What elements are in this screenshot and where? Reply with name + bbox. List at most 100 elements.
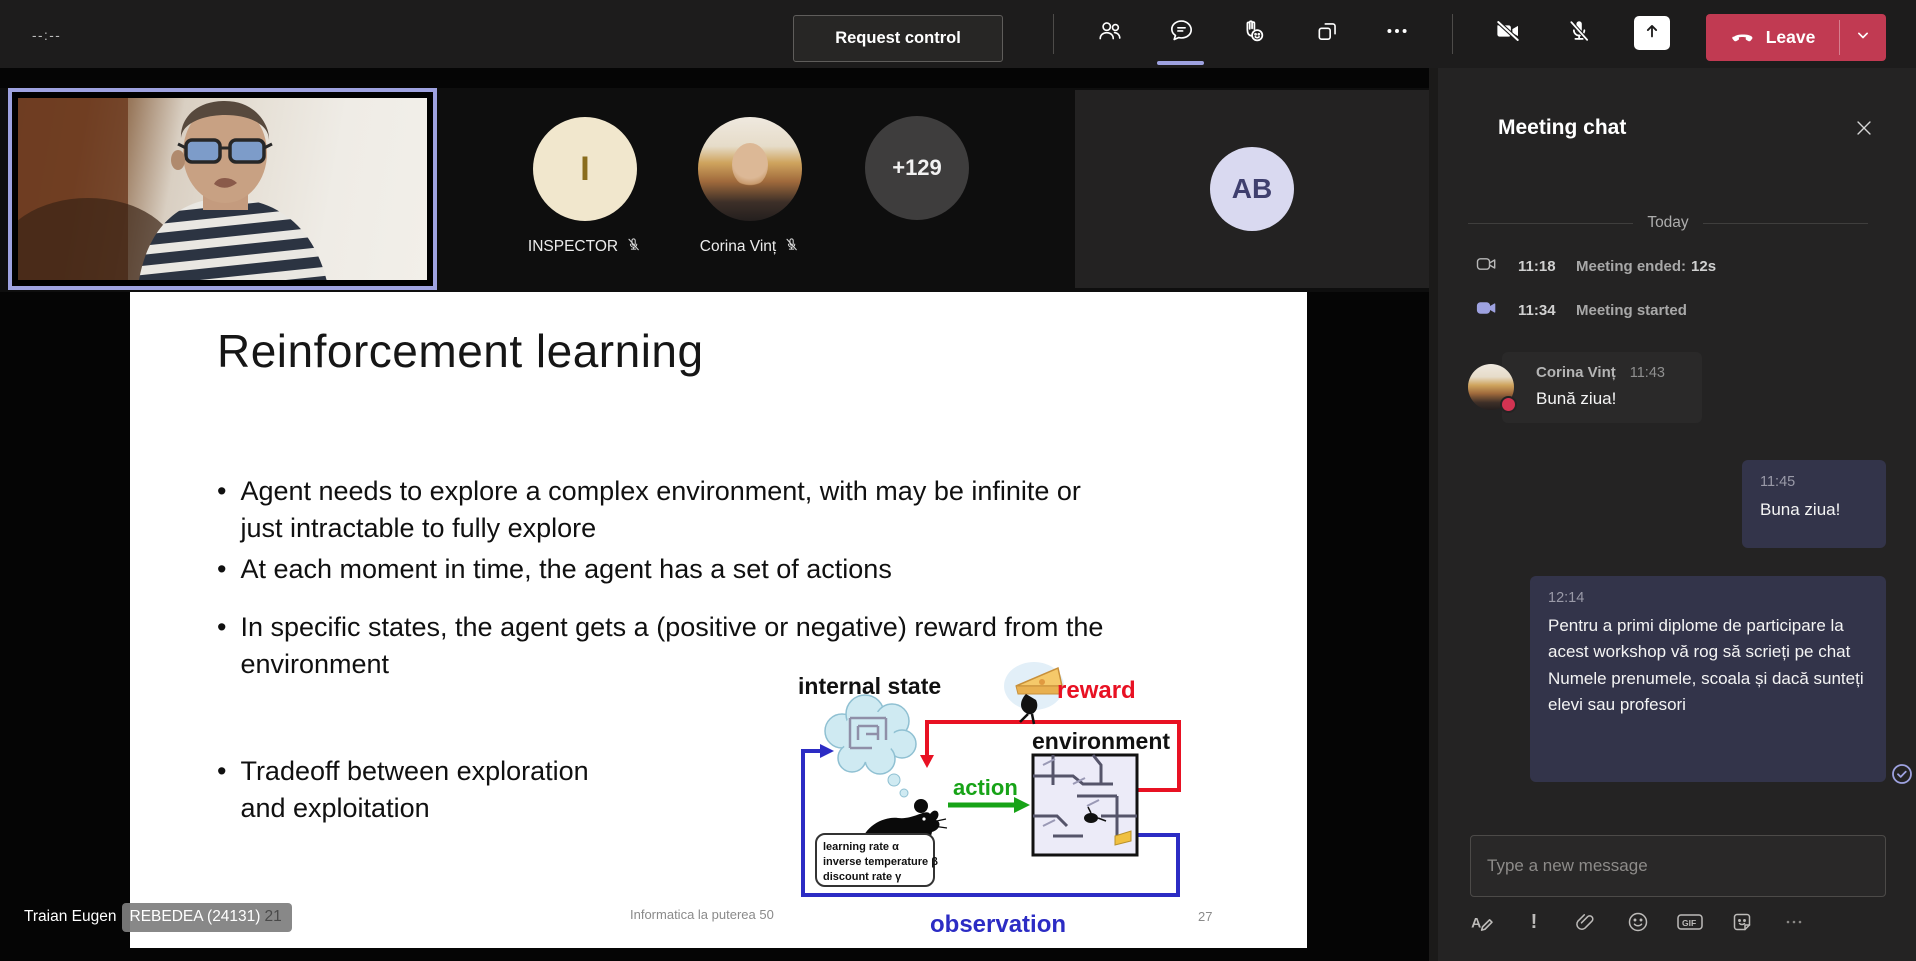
emoji-button[interactable] <box>1624 908 1652 936</box>
mic-off-icon <box>625 236 642 258</box>
close-chat-button[interactable] <box>1846 112 1882 148</box>
participants-button[interactable] <box>1087 10 1133 56</box>
presence-busy-dot <box>1500 396 1517 413</box>
presenter-name-overlay: Traian Eugen REBEDEA (24131) 21 <box>24 901 292 933</box>
environment-label: environment <box>1032 728 1170 754</box>
gif-label: GIF <box>1682 918 1696 928</box>
leave-button[interactable]: Leave <box>1706 14 1839 61</box>
bullet-dot: • <box>217 753 226 827</box>
param-discount-rate: discount rate γ <box>823 871 902 883</box>
svg-text:A: A <box>1471 914 1481 930</box>
bullet-dot: • <box>217 551 226 588</box>
bullet-text: At each moment in time, the agent has a … <box>240 551 891 588</box>
hang-up-icon <box>1730 22 1756 53</box>
bullet-text: Tradeoff between exploration and exploit… <box>240 753 617 827</box>
message-author: Corina Vinț <box>1536 364 1616 381</box>
video-tile-ab[interactable]: AB <box>1075 90 1429 288</box>
new-message-input[interactable] <box>1470 835 1886 897</box>
date-divider: Today <box>1468 214 1868 232</box>
chat-panel-title: Meeting chat <box>1498 116 1626 140</box>
self-video-tile[interactable] <box>8 88 437 290</box>
date-divider-label: Today <box>1647 214 1688 232</box>
participant-name: INSPECTOR <box>528 238 618 256</box>
divider-line <box>1468 223 1633 224</box>
presenter-name-pill: REBEDEA (24131) 21 <box>122 903 292 932</box>
chat-bubble-icon <box>1168 17 1195 49</box>
raise-hand-icon <box>1239 17 1267 50</box>
gif-button[interactable]: GIF <box>1676 908 1704 936</box>
importance-button[interactable]: ! <box>1520 908 1548 936</box>
share-screen-button[interactable] <box>1634 16 1670 50</box>
leave-split-button: Leave <box>1706 14 1886 61</box>
event-time: 11:18 <box>1518 258 1562 275</box>
event-time: 11:34 <box>1518 302 1562 319</box>
avatar-inspector[interactable]: I <box>533 117 637 221</box>
internal-state-label: internal state <box>798 673 941 699</box>
share-up-arrow-icon <box>1641 20 1663 47</box>
sticker-button[interactable] <box>1728 908 1756 936</box>
slide-footer-text: Informatica la puterea 50 <box>630 907 774 922</box>
participant-label-corina: Corina Vinț <box>660 236 840 258</box>
divider-line <box>1703 223 1868 224</box>
param-learning-rate: learning rate α <box>823 841 899 853</box>
message-time: 11:45 <box>1760 474 1868 490</box>
camera-toggle-button[interactable] <box>1485 10 1531 56</box>
bullet-text: Agent needs to explore a complex environ… <box>240 473 1122 547</box>
chat-message-sent: 11:45 Buna ziua! <box>1742 460 1886 548</box>
message-text: Bună ziua! <box>1536 389 1686 409</box>
toolbar-divider <box>1053 14 1054 54</box>
event-duration: 12s <box>1691 258 1716 275</box>
compose-more-button[interactable] <box>1780 908 1808 936</box>
participant-label-inspector: INSPECTOR <box>495 236 675 258</box>
breakout-rooms-button[interactable] <box>1305 10 1351 56</box>
reward-label: reward <box>1057 677 1136 704</box>
slide-date-fragment: 21 <box>264 908 281 926</box>
message-time: 11:43 <box>1630 365 1665 381</box>
format-button[interactable]: A <box>1468 908 1496 936</box>
chat-message-received: Corina Vinț 11:43 Bună ziua! <box>1502 352 1702 423</box>
toolbar-divider <box>1452 14 1453 54</box>
thought-cloud-icon <box>825 695 916 797</box>
action-label: action <box>953 775 1018 800</box>
teams-meeting-window: --:-- Request control <box>0 0 1916 961</box>
chevron-down-icon <box>1853 25 1873 50</box>
bullet-dot: • <box>217 609 226 683</box>
reactions-button[interactable] <box>1230 10 1276 56</box>
message-time: 12:14 <box>1548 590 1868 606</box>
meeting-toolbar: --:-- Request control <box>0 0 1916 68</box>
close-icon <box>1853 117 1875 144</box>
message-text: Buna ziua! <box>1760 497 1868 523</box>
chat-button[interactable] <box>1158 10 1204 56</box>
leave-options-button[interactable] <box>1840 14 1886 61</box>
avatar-overflow[interactable]: +129 <box>865 116 969 220</box>
avatar-corina[interactable] <box>698 117 802 221</box>
breakout-rooms-icon <box>1315 18 1341 49</box>
slide-title: Reinforcement learning <box>217 324 704 378</box>
self-video-feed <box>18 98 427 280</box>
more-ellipsis-icon <box>1383 17 1411 50</box>
overflow-count: +129 <box>892 155 942 181</box>
video-camera-icon <box>1474 252 1498 280</box>
reward-arrowhead <box>920 755 934 768</box>
chat-active-underline <box>1157 61 1204 65</box>
request-control-button[interactable]: Request control <box>793 15 1003 62</box>
presenter-first-name: Traian Eugen <box>24 908 117 926</box>
event-text: Meeting started <box>1576 302 1687 319</box>
mic-off-icon <box>783 236 800 258</box>
event-text: Meeting ended: <box>1576 258 1686 275</box>
attach-button[interactable] <box>1572 908 1600 936</box>
environment-maze-icon <box>1033 755 1137 855</box>
agent-params-box: learning rate α inverse temperature β di… <box>816 834 938 886</box>
presenter-last-name: REBEDEA (24131) <box>130 908 261 926</box>
slide-bullet: •Agent needs to explore a complex enviro… <box>217 473 1122 547</box>
avatar-ab: AB <box>1210 147 1294 231</box>
participant-name: Corina Vinț <box>700 238 776 256</box>
cheese-reward-icon <box>1004 662 1064 724</box>
people-icon <box>1097 18 1123 49</box>
meeting-ended-event: 11:18 Meeting ended: 12s <box>1474 252 1716 280</box>
video-camera-filled-icon <box>1474 296 1498 324</box>
compose-toolbar: A ! GIF <box>1468 908 1808 936</box>
avatar-initials: AB <box>1232 173 1272 205</box>
mic-toggle-button[interactable] <box>1556 10 1602 56</box>
more-options-button[interactable] <box>1374 10 1420 56</box>
